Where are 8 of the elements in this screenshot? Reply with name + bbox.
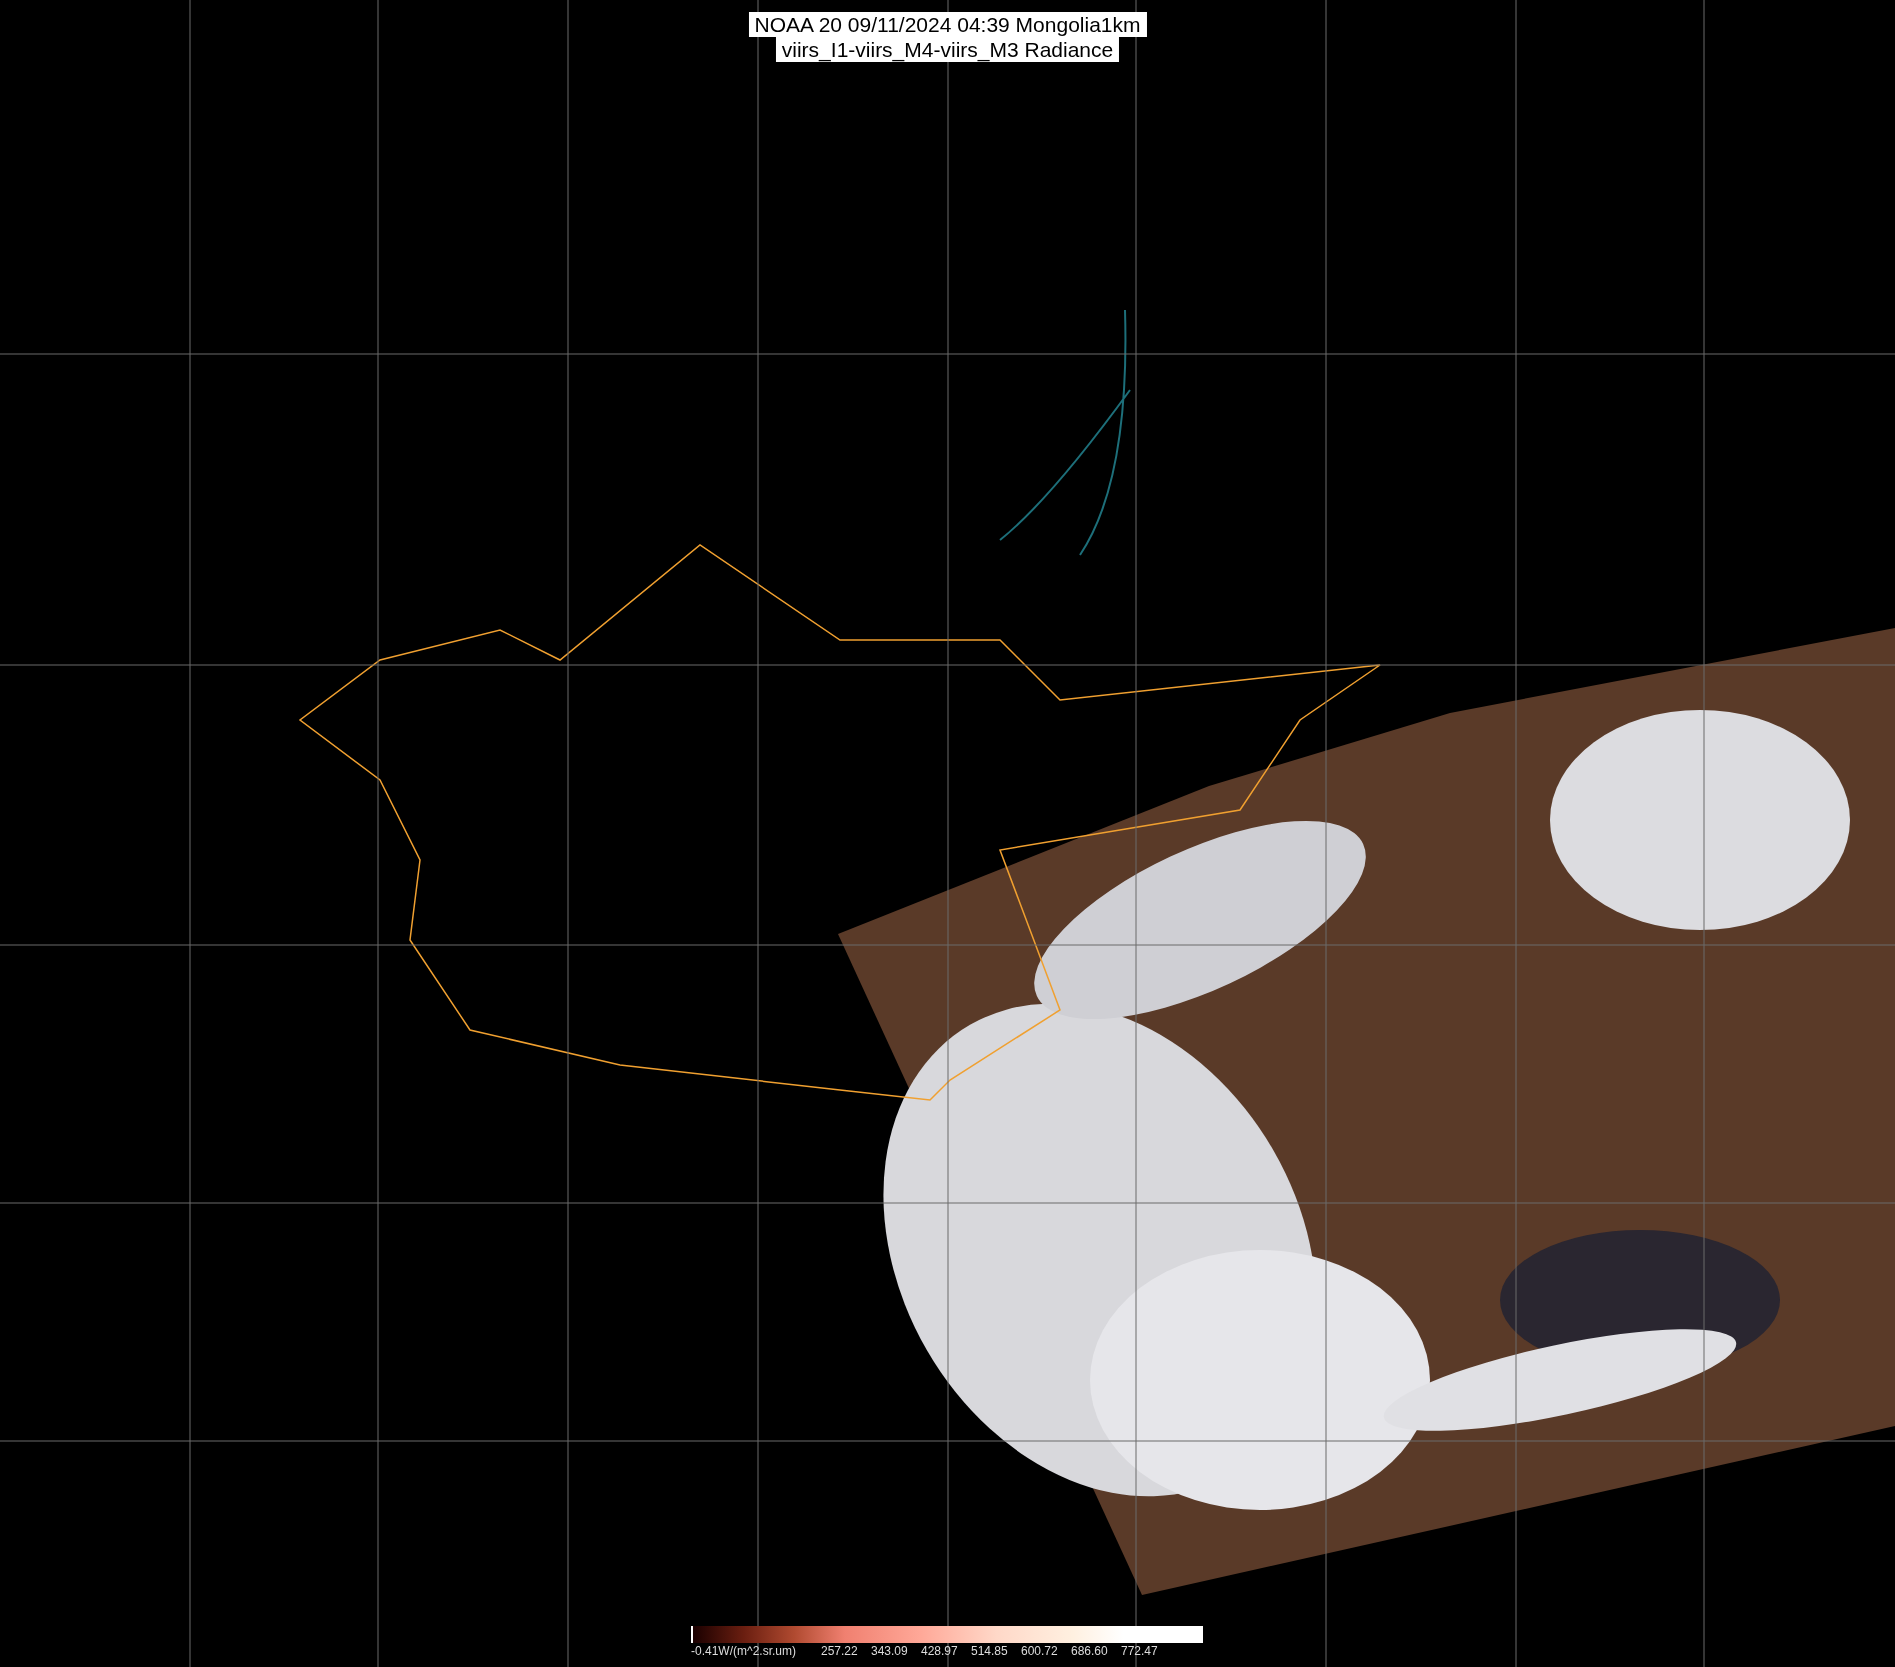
scale-label: -0.41W/(m^2.sr.um) — [691, 1643, 797, 1659]
scale-label: 686.60 — [1071, 1643, 1109, 1659]
scale-label: 428.97 — [921, 1643, 959, 1659]
scale-label: 600.72 — [1021, 1643, 1059, 1659]
scale-label: 343.09 — [871, 1643, 909, 1659]
scale-label: 514.85 — [971, 1643, 1009, 1659]
scale-label: 772.47 — [1121, 1643, 1159, 1659]
scale-label: 257.22 — [821, 1643, 859, 1659]
